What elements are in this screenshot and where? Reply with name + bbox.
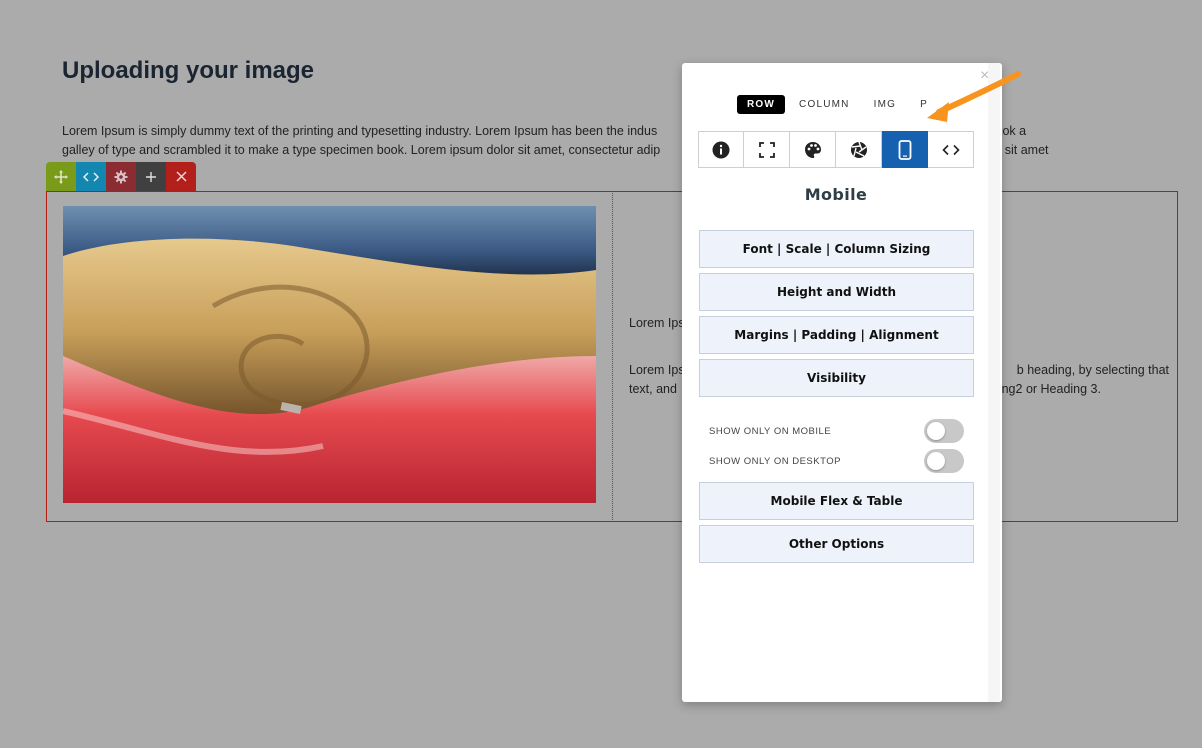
- close-icon[interactable]: [166, 162, 196, 191]
- annotation-arrow-icon: [927, 71, 1021, 122]
- column-text-3-left: text, and: [629, 382, 677, 396]
- panel-heading: Mobile: [804, 185, 868, 204]
- visibility-button[interactable]: Visibility: [699, 359, 974, 397]
- show-desktop-toggle[interactable]: [924, 449, 964, 473]
- column-text-1: Lorem Ips: [629, 316, 685, 330]
- intro-line-2: galley of type and scrambled it to make …: [62, 143, 661, 157]
- show-mobile-label: SHOW ONLY ON MOBILE: [709, 426, 832, 437]
- panel-scrollbar[interactable]: [988, 63, 1000, 702]
- mobile-icon[interactable]: [882, 131, 928, 168]
- content-image[interactable]: [63, 206, 596, 503]
- font-scale-column-button[interactable]: Font | Scale | Column Sizing: [699, 230, 974, 268]
- show-mobile-toggle[interactable]: [924, 419, 964, 443]
- column-divider: [612, 193, 613, 520]
- scope-tabs: ROW COLUMN IMG P: [737, 95, 942, 114]
- toggle-knob: [927, 422, 945, 440]
- tab-img[interactable]: IMG: [864, 95, 907, 114]
- intro-line-1: Lorem Ipsum is simply dummy text of the …: [62, 124, 658, 138]
- code-icon[interactable]: [76, 162, 106, 191]
- fullscreen-icon[interactable]: [744, 131, 790, 168]
- toggle-knob: [927, 452, 945, 470]
- info-icon[interactable]: [698, 131, 744, 168]
- column-text-2-left: Lorem Ips: [629, 363, 685, 377]
- show-desktop-label: SHOW ONLY ON DESKTOP: [709, 456, 841, 467]
- aperture-icon[interactable]: [836, 131, 882, 168]
- palette-icon[interactable]: [790, 131, 836, 168]
- mobile-flex-table-button[interactable]: Mobile Flex & Table: [699, 482, 974, 520]
- icon-tabs: [698, 131, 974, 168]
- page-title: Uploading your image: [62, 57, 315, 84]
- settings-panel: × ROW COLUMN IMG P Mobile Font | Scale |…: [682, 63, 1002, 702]
- other-options-button[interactable]: Other Options: [699, 525, 974, 563]
- column-text-2-right: b heading, by selecting that: [1016, 363, 1169, 377]
- move-icon[interactable]: [46, 162, 76, 191]
- tab-column[interactable]: COLUMN: [789, 95, 860, 114]
- height-width-button[interactable]: Height and Width: [699, 273, 974, 311]
- row-toolbar: [46, 162, 196, 191]
- tab-row[interactable]: ROW: [737, 95, 786, 114]
- column-text-3-right: ng2 or Heading 3.: [1001, 382, 1101, 396]
- margins-padding-button[interactable]: Margins | Padding | Alignment: [699, 316, 974, 354]
- plus-icon[interactable]: [136, 162, 166, 191]
- gear-icon[interactable]: [106, 162, 136, 191]
- code-icon[interactable]: [928, 131, 974, 168]
